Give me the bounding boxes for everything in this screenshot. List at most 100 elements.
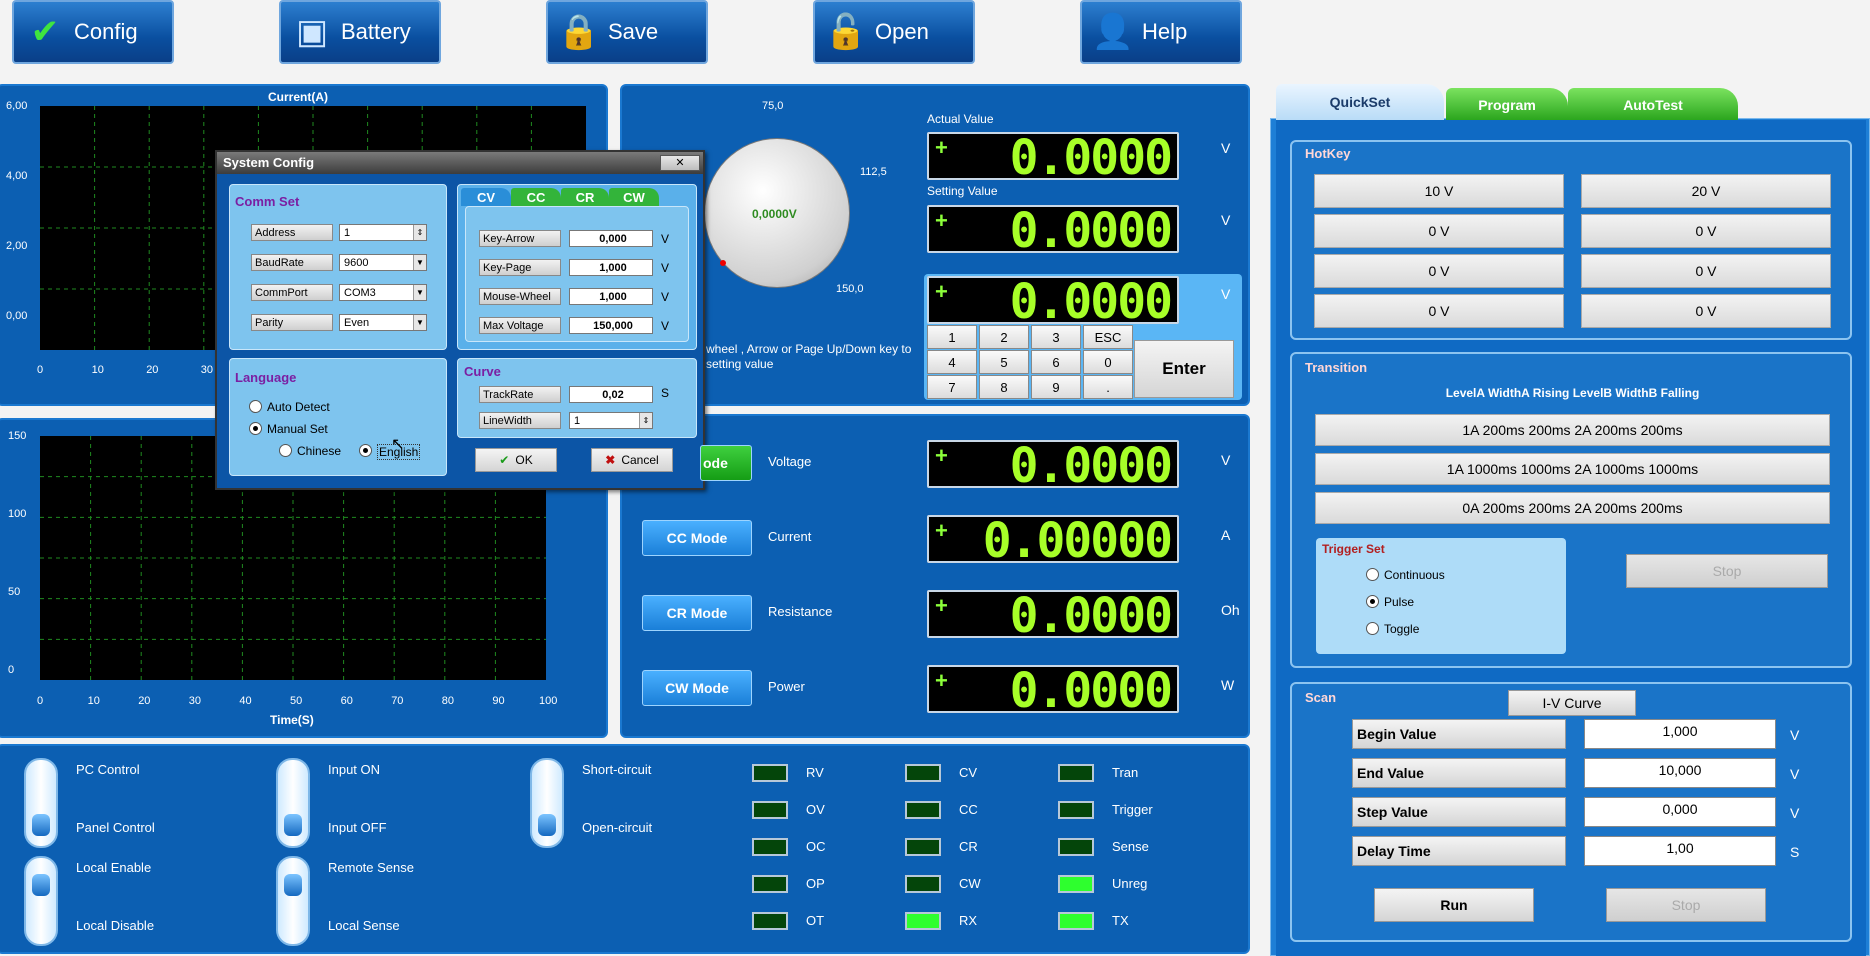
step-input[interactable]: 150,000 bbox=[569, 317, 653, 334]
transition-stop-button[interactable]: Stop bbox=[1626, 554, 1828, 588]
chevron-down-icon[interactable]: ▼ bbox=[413, 315, 426, 330]
battery-button[interactable]: ▣ Battery bbox=[279, 0, 441, 64]
scan-row-input[interactable]: 1,00 bbox=[1584, 836, 1776, 866]
switch-top-label: Local Enable bbox=[76, 860, 152, 875]
transition-button[interactable]: 1A 1000ms 1000ms 2A 1000ms 1000ms bbox=[1315, 453, 1830, 485]
step-tab-cc[interactable]: CC bbox=[511, 188, 561, 206]
status-led-label: Unreg bbox=[1112, 876, 1148, 891]
keypad-key[interactable]: 2 bbox=[979, 325, 1029, 349]
status-led bbox=[752, 764, 788, 782]
y-tick-label: 4,00 bbox=[6, 170, 28, 182]
hotkey-button[interactable]: 0 V bbox=[1581, 254, 1831, 288]
tab-autotest[interactable]: AutoTest bbox=[1568, 88, 1738, 122]
keypad-key[interactable]: . bbox=[1083, 375, 1133, 399]
hotkey-button[interactable]: 0 V bbox=[1314, 254, 1564, 288]
mode-button-cc[interactable]: CC Mode bbox=[642, 520, 752, 556]
x-tick-label: 60 bbox=[340, 695, 353, 707]
step-input[interactable]: 1,000 bbox=[569, 259, 653, 276]
cancel-button[interactable]: ✖ Cancel bbox=[591, 448, 673, 472]
keypad-key[interactable]: 6 bbox=[1031, 350, 1081, 374]
step-tab-cw[interactable]: CW bbox=[609, 188, 659, 206]
step-tab-cv[interactable]: CV bbox=[461, 188, 511, 206]
mode-value: 0.0000 bbox=[1009, 438, 1173, 494]
mode-button-cw[interactable]: CW Mode bbox=[642, 670, 752, 706]
trigger-radio-continuous[interactable] bbox=[1366, 568, 1379, 581]
toggle-switch[interactable] bbox=[24, 856, 58, 946]
tab-quickset[interactable]: QuickSet bbox=[1276, 84, 1444, 120]
trigger-radio-pulse[interactable] bbox=[1366, 595, 1379, 608]
keypad-key[interactable]: 0 bbox=[1083, 350, 1133, 374]
keypad-key[interactable]: 9 bbox=[1031, 375, 1081, 399]
english-radio[interactable] bbox=[359, 444, 372, 457]
scan-row-input[interactable]: 1,000 bbox=[1584, 719, 1776, 749]
switch-bottom-label: Local Sense bbox=[328, 918, 400, 933]
mode-button-cr[interactable]: CR Mode bbox=[642, 595, 752, 631]
keypad-key[interactable]: 3 bbox=[1031, 325, 1081, 349]
save-button[interactable]: 🔒 Save bbox=[546, 0, 708, 64]
keypad-key[interactable]: 1 bbox=[927, 325, 977, 349]
open-button[interactable]: 🔓 Open bbox=[813, 0, 975, 64]
config-button[interactable]: ✔ Config bbox=[12, 0, 174, 64]
hotkey-button[interactable]: 0 V bbox=[1581, 214, 1831, 248]
battery-icon: ▣ bbox=[295, 13, 329, 51]
mode-button-cv[interactable]: ode bbox=[700, 445, 752, 481]
status-led bbox=[905, 838, 941, 856]
hotkey-button[interactable]: 10 V bbox=[1314, 174, 1564, 208]
scan-row-input[interactable]: 0,000 bbox=[1584, 797, 1776, 827]
transition-button[interactable]: 1A 200ms 200ms 2A 200ms 200ms bbox=[1315, 414, 1830, 446]
toggle-switch[interactable] bbox=[24, 758, 58, 848]
auto-detect-radio[interactable] bbox=[249, 400, 262, 413]
spinner-icon[interactable]: ⇕ bbox=[639, 413, 652, 428]
status-led-label: OP bbox=[806, 876, 825, 891]
iv-curve-button[interactable]: I-V Curve bbox=[1508, 690, 1636, 716]
mouse-cursor-icon: ↖ bbox=[391, 436, 405, 453]
auto-detect-label: Auto Detect bbox=[267, 400, 330, 414]
user-help-icon: 👤 bbox=[1091, 13, 1135, 51]
chevron-down-icon[interactable]: ▼ bbox=[413, 255, 426, 270]
keypad-key[interactable]: 8 bbox=[979, 375, 1029, 399]
manual-set-radio[interactable] bbox=[249, 422, 262, 435]
hotkey-button[interactable]: 0 V bbox=[1314, 214, 1564, 248]
trackrate-input[interactable]: 0,02 bbox=[569, 386, 653, 403]
y-tick-label: 100 bbox=[8, 508, 27, 520]
hotkey-button[interactable]: 0 V bbox=[1581, 294, 1831, 328]
chinese-radio[interactable] bbox=[279, 444, 292, 457]
sign: + bbox=[935, 518, 948, 543]
scan-stop-button[interactable]: Stop bbox=[1606, 888, 1766, 922]
step-input[interactable]: 1,000 bbox=[569, 288, 653, 305]
step-tab-cr[interactable]: CR bbox=[561, 188, 609, 206]
toggle-switch[interactable] bbox=[530, 758, 564, 848]
status-led-label: CR bbox=[959, 839, 978, 854]
ok-button[interactable]: ✔ OK bbox=[475, 448, 557, 472]
toggle-switch[interactable] bbox=[276, 856, 310, 946]
status-led-label: CV bbox=[959, 765, 978, 780]
hotkey-button[interactable]: 20 V bbox=[1581, 174, 1831, 208]
linewidth-label: LineWidth bbox=[479, 412, 561, 429]
keypad-key[interactable]: 7 bbox=[927, 375, 977, 399]
keypad-key[interactable]: 4 bbox=[927, 350, 977, 374]
close-icon[interactable]: ✕ bbox=[660, 155, 700, 171]
chevron-down-icon[interactable]: ⇕ bbox=[413, 225, 426, 240]
switch-knob bbox=[32, 874, 50, 896]
entry-display[interactable]: +0.0000 bbox=[927, 274, 1179, 330]
scan-row-input[interactable]: 10,000 bbox=[1584, 758, 1776, 788]
status-led bbox=[1058, 764, 1094, 782]
sign: + bbox=[935, 443, 948, 468]
x-tick-label: 30 bbox=[188, 695, 202, 707]
step-input[interactable]: 0,000 bbox=[569, 230, 653, 247]
run-button[interactable]: Run bbox=[1374, 888, 1534, 922]
trigger-radio-toggle[interactable] bbox=[1366, 622, 1379, 635]
manual-set-label: Manual Set bbox=[267, 422, 328, 436]
chevron-down-icon[interactable]: ▼ bbox=[413, 285, 426, 300]
hotkey-button[interactable]: 0 V bbox=[1314, 294, 1564, 328]
keypad-key[interactable]: ESC bbox=[1083, 325, 1133, 349]
x-tick-label: 0 bbox=[37, 695, 44, 707]
y-tick-label: 0 bbox=[8, 664, 15, 676]
tab-program[interactable]: Program bbox=[1446, 88, 1568, 122]
enter-button[interactable]: Enter bbox=[1134, 340, 1234, 398]
transition-button[interactable]: 0A 200ms 200ms 2A 200ms 200ms bbox=[1315, 492, 1830, 524]
toggle-switch[interactable] bbox=[276, 758, 310, 848]
status-led bbox=[905, 912, 941, 930]
keypad-key[interactable]: 5 bbox=[979, 350, 1029, 374]
help-button[interactable]: 👤 Help bbox=[1080, 0, 1242, 64]
